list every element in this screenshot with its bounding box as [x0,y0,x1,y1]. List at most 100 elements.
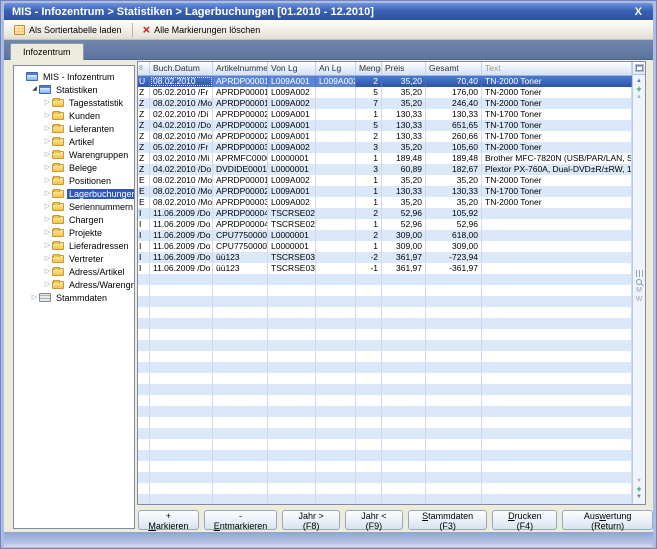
table-row[interactable]: Z04.02.2010 /DoAPRDP00002L009A0015130,33… [138,120,632,131]
expand-arrow-icon[interactable]: ▷ [30,293,39,302]
empty-row[interactable] [138,395,632,406]
empty-row[interactable] [138,450,632,461]
empty-row[interactable] [138,439,632,450]
collapse-arrow-icon[interactable]: ◢ [30,85,39,94]
expand-arrow-icon[interactable]: ▷ [43,228,52,237]
table-row[interactable]: Z05.02.2010 /FrAPRDP00001L009A002535,201… [138,87,632,98]
expand-arrow-icon[interactable]: ▷ [43,98,52,107]
columns-icon[interactable] [636,270,643,277]
empty-row[interactable] [138,274,632,285]
table-row[interactable]: Z08.02.2010 /MoAPRDP00001L009A002735,202… [138,98,632,109]
table-row[interactable]: E08.02.2010 /MoAPRDP00001L009A002135,203… [138,175,632,186]
table-row[interactable]: I11.06.2009 /DoAPRDP00004TSCRSE02252,961… [138,208,632,219]
scroll-down-icon[interactable]: ▼ [636,494,642,501]
tree-item-vertreter[interactable]: ▷Vertreter [14,252,134,265]
footer-button-drucken-f4[interactable]: Drucken (F4) [492,510,557,530]
table-row[interactable]: Z08.02.2010 /MoAPRDP00002L009A0012130,33… [138,131,632,142]
tab-infozentrum[interactable]: Infozentrum [10,43,84,60]
tree-item-artikel[interactable]: ▷Artikel [14,135,134,148]
tree-item-kunden[interactable]: ▷Kunden [14,109,134,122]
expand-arrow-icon[interactable]: ▷ [43,111,52,120]
tree-item-chargen[interactable]: ▷Chargen [14,213,134,226]
table-row[interactable]: U08.02.2010APRDP00001L009A001L009A002235… [138,76,632,87]
table-row[interactable]: Z04.02.2010 /DoDVDIDE00016L0000001360,89… [138,164,632,175]
table-row[interactable]: I11.06.2009 /Doüü123TSCRSE03-1361,97-361… [138,263,632,274]
marker-m-icon[interactable]: M [636,287,642,295]
expand-arrow-icon[interactable]: ▷ [43,176,52,185]
expand-arrow-icon[interactable]: ▷ [43,241,52,250]
search-icon[interactable] [636,279,642,285]
column-header-datum[interactable]: Buch.Datum [150,62,213,75]
expand-arrow-icon[interactable]: ▷ [43,280,52,289]
tree-item-lieferanten[interactable]: ▷Lieferanten [14,122,134,135]
empty-row[interactable] [138,384,632,395]
table-row[interactable]: E08.02.2010 /MoAPRDP00002L009A0011130,33… [138,186,632,197]
empty-row[interactable] [138,406,632,417]
footer-button-entmarkieren[interactable]: - Entmarkieren [204,510,278,530]
footer-button-jahr-f8[interactable]: Jahr > (F8) [282,510,340,530]
empty-row[interactable] [138,351,632,362]
table-row[interactable]: I11.06.2009 /Doüü123TSCRSE03-2361,97-723… [138,252,632,263]
tree-item-lagerbuchungen[interactable]: ▷Lagerbuchungen [14,187,134,200]
table-row[interactable]: I11.06.2009 /DoAPRDP00004TSCRSE02152,965… [138,219,632,230]
page-up-icon[interactable]: ▲ [636,94,642,101]
table-row[interactable]: Z05.02.2010 /FrAPRDP00003L009A002335,201… [138,142,632,153]
tree-item-projekte[interactable]: ▷Projekte [14,226,134,239]
tree-item-mis-infozentrum[interactable]: MIS - Infozentrum [14,70,134,83]
tree-item-statistiken[interactable]: ◢Statistiken [14,83,134,96]
column-header-von[interactable]: Von Lg [268,62,316,75]
footer-button-stammdaten-f3[interactable]: Stammdaten (F3) [408,510,488,530]
table-row[interactable]: Z03.02.2010 /MiAPRMFC00001L00000011189,4… [138,153,632,164]
footer-button-jahr-f9[interactable]: Jahr < (F9) [345,510,403,530]
empty-row[interactable] [138,362,632,373]
column-header-preis[interactable]: Preis [382,62,426,75]
empty-row[interactable] [138,296,632,307]
column-header-menge[interactable]: Menge [356,62,382,75]
column-header-type[interactable]: 8 [138,62,150,75]
empty-row[interactable] [138,340,632,351]
empty-row[interactable] [138,483,632,494]
empty-row[interactable] [138,428,632,439]
tree-item-tagesstatistik[interactable]: ▷Tagesstatistik [14,96,134,109]
expand-arrow-icon[interactable]: ▷ [43,150,52,159]
empty-row[interactable] [138,472,632,483]
empty-row[interactable] [138,307,632,318]
tree-item-seriennummern[interactable]: ▷Seriennummern [14,200,134,213]
column-header-gesamt[interactable]: Gesamt [426,62,482,75]
expand-arrow-icon[interactable]: ▷ [43,124,52,133]
expand-arrow-icon[interactable]: ▷ [43,254,52,263]
expand-arrow-icon[interactable]: ▷ [43,189,52,198]
expand-arrow-icon[interactable]: ▷ [43,215,52,224]
column-header-artikel[interactable]: Artikelnummer [213,62,268,75]
column-header-text[interactable]: Text [482,62,632,75]
column-header-an[interactable]: An Lg [316,62,356,75]
plus-up-icon[interactable]: + [636,86,641,93]
marker-w-icon[interactable]: W [636,296,643,304]
tree-item-positionen[interactable]: ▷Positionen [14,174,134,187]
table-row[interactable]: E08.02.2010 /MoAPRDP00003L009A002135,203… [138,197,632,208]
expand-arrow-icon[interactable]: ▷ [43,267,52,276]
tree-item-adress-warengruppen[interactable]: ▷Adress/Warengruppen [14,278,134,291]
empty-row[interactable] [138,285,632,296]
column-options-button[interactable] [633,62,645,75]
empty-row[interactable] [138,461,632,472]
close-icon[interactable]: X [632,6,645,18]
table-row[interactable]: I11.06.2009 /DoCPU77500007L00000012309,0… [138,230,632,241]
footer-button-auswertung-return[interactable]: Auswertung (Return) [562,510,653,530]
expand-arrow-icon[interactable]: ▷ [43,137,52,146]
table-side-scrollbar[interactable]: ▲ + ▲ M W ▼ + ▼ [632,62,645,504]
expand-arrow-icon[interactable]: ▷ [43,163,52,172]
tree-item-lieferadressen[interactable]: ▷Lieferadressen [14,239,134,252]
table-row[interactable]: Z02.02.2010 /DiAPRDP00002L009A0011130,33… [138,109,632,120]
footer-button-markieren[interactable]: + Markieren [138,510,199,530]
empty-row[interactable] [138,417,632,428]
tree-item-warengruppen[interactable]: ▷Warengruppen [14,148,134,161]
load-sort-table-button[interactable]: Als Sortiertabelle laden [8,22,128,38]
tree-item-stammdaten[interactable]: ▷Stammdaten [14,291,134,304]
plus-down-icon[interactable]: + [636,486,641,493]
expand-arrow-icon[interactable]: ▷ [43,202,52,211]
empty-row[interactable] [138,318,632,329]
table-row[interactable]: I11.06.2009 /DoCPU77500007L00000011309,0… [138,241,632,252]
clear-marks-button[interactable]: × Alle Markierungen löschen [137,22,267,38]
empty-row[interactable] [138,329,632,340]
